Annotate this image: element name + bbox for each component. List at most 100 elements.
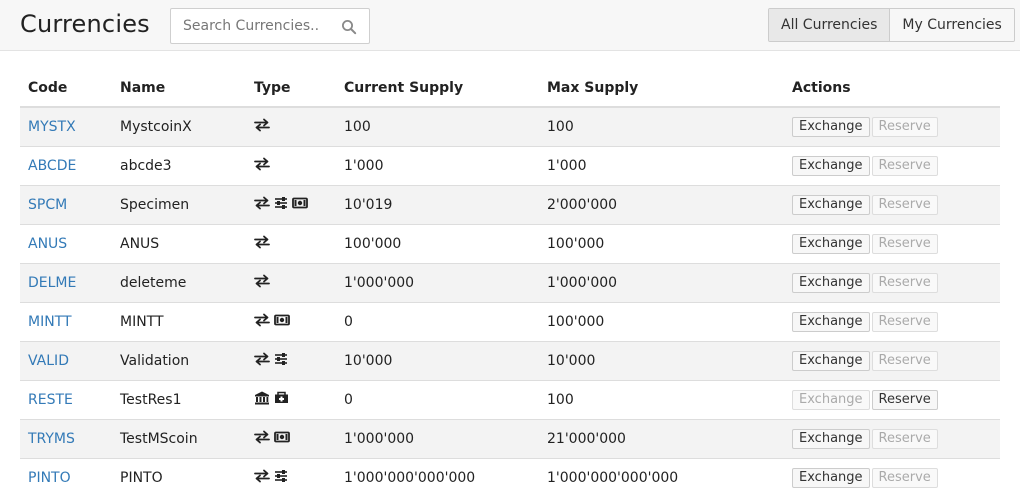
reserve-button: Reserve bbox=[871, 233, 938, 254]
cell-max-supply: 2'000'000 bbox=[539, 184, 784, 224]
currency-code-link[interactable]: ABCDE bbox=[28, 158, 76, 174]
cell-actions: Exchange Reserve bbox=[784, 340, 1000, 380]
reserve-button: Reserve bbox=[871, 428, 938, 449]
cell-code: SPCM bbox=[20, 184, 112, 224]
exchange-button[interactable]: Exchange bbox=[792, 116, 870, 137]
exchange-button[interactable]: Exchange bbox=[792, 467, 870, 488]
cell-code: ANUS bbox=[20, 223, 112, 263]
exchange-button[interactable]: Exchange bbox=[792, 272, 870, 293]
cell-current-supply: 1'000'000 bbox=[336, 262, 539, 302]
table-row: PINTO PINTO 1'000'000'000'000 1'000'000'000… bbox=[20, 457, 1000, 497]
cell-max-supply: 10'000 bbox=[539, 340, 784, 380]
cell-current-supply: 10'000 bbox=[336, 340, 539, 380]
currency-code-link[interactable]: VALID bbox=[28, 353, 69, 369]
cell-type bbox=[246, 107, 336, 146]
all-currencies-button[interactable]: All Currencies bbox=[769, 9, 890, 41]
cell-max-supply: 1'000 bbox=[539, 145, 784, 185]
sliders-icon bbox=[274, 469, 288, 483]
reserve-button: Reserve bbox=[871, 155, 938, 176]
sliders-icon bbox=[274, 352, 288, 366]
column-header-name: Name bbox=[112, 69, 246, 108]
cell-current-supply: 100'000 bbox=[336, 223, 539, 263]
exchange-button[interactable]: Exchange bbox=[792, 311, 870, 332]
exchange-button[interactable]: Exchange bbox=[792, 155, 870, 176]
search-box[interactable] bbox=[170, 8, 370, 44]
column-header-current-supply: Current Supply bbox=[336, 69, 539, 108]
my-currencies-button[interactable]: My Currencies bbox=[889, 9, 1014, 41]
reserve-button: Reserve bbox=[871, 116, 938, 137]
cell-actions: Exchange Reserve bbox=[784, 301, 1000, 341]
exchange-icon bbox=[254, 235, 270, 249]
cell-current-supply: 1'000'000'000'000 bbox=[336, 457, 539, 497]
sliders-icon bbox=[274, 196, 288, 210]
cell-actions: Exchange Reserve bbox=[784, 223, 1000, 263]
exchange-icon bbox=[254, 118, 270, 132]
currency-code-link[interactable]: RESTE bbox=[28, 392, 73, 408]
reserve-button[interactable]: Reserve bbox=[871, 389, 938, 410]
cell-code: VALID bbox=[20, 340, 112, 380]
exchange-button[interactable]: Exchange bbox=[792, 428, 870, 449]
cell-current-supply: 1'000 bbox=[336, 145, 539, 185]
exchange-button[interactable]: Exchange bbox=[792, 350, 870, 371]
cell-type bbox=[246, 262, 336, 302]
table-row: ANUS ANUS 100'000 100'000 Exchange Reserve bbox=[20, 223, 1000, 263]
table-row: MYSTX MystcoinX 100 100 Exchange Reserve bbox=[20, 107, 1000, 146]
reserve-button: Reserve bbox=[871, 350, 938, 371]
cell-type bbox=[246, 379, 336, 419]
column-header-max-supply: Max Supply bbox=[539, 69, 784, 108]
cell-type bbox=[246, 301, 336, 341]
reserve-button: Reserve bbox=[871, 311, 938, 332]
exchange-icon bbox=[254, 274, 270, 288]
type-icons bbox=[254, 196, 308, 210]
cell-current-supply: 0 bbox=[336, 301, 539, 341]
cell-name: MystcoinX bbox=[112, 107, 246, 146]
cell-type bbox=[246, 418, 336, 458]
currency-code-link[interactable]: MINTT bbox=[28, 314, 72, 330]
currency-code-link[interactable]: SPCM bbox=[28, 197, 67, 213]
type-icons bbox=[254, 157, 270, 171]
search-input[interactable] bbox=[171, 9, 341, 43]
exchange-button[interactable]: Exchange bbox=[792, 233, 870, 254]
currency-code-link[interactable]: DELME bbox=[28, 275, 76, 291]
reserve-button: Reserve bbox=[871, 194, 938, 215]
money-icon bbox=[274, 431, 290, 443]
exchange-icon bbox=[254, 430, 270, 444]
type-icons bbox=[254, 469, 288, 483]
cell-code: RESTE bbox=[20, 379, 112, 419]
column-header-actions: Actions bbox=[784, 69, 1000, 108]
cell-actions: Exchange Reserve bbox=[784, 457, 1000, 497]
currency-code-link[interactable]: ANUS bbox=[28, 236, 67, 252]
reserve-button: Reserve bbox=[871, 467, 938, 488]
type-icons bbox=[254, 430, 290, 444]
cell-current-supply: 1'000'000 bbox=[336, 418, 539, 458]
cell-max-supply: 21'000'000 bbox=[539, 418, 784, 458]
reserve-button: Reserve bbox=[871, 272, 938, 293]
exchange-button[interactable]: Exchange bbox=[792, 194, 870, 215]
cell-code: ABCDE bbox=[20, 145, 112, 185]
cell-name: MINTT bbox=[112, 301, 246, 341]
cell-name: ANUS bbox=[112, 223, 246, 263]
currency-code-link[interactable]: PINTO bbox=[28, 470, 71, 486]
cell-current-supply: 100 bbox=[336, 107, 539, 146]
cell-max-supply: 100'000 bbox=[539, 223, 784, 263]
cell-actions: Exchange Reserve bbox=[784, 107, 1000, 146]
currency-code-link[interactable]: MYSTX bbox=[28, 119, 76, 135]
currency-code-link[interactable]: TRYMS bbox=[28, 431, 75, 447]
exchange-icon bbox=[254, 469, 270, 483]
cell-name: Validation bbox=[112, 340, 246, 380]
currencies-table: Code Name Type Current Supply Max Supply… bbox=[20, 69, 1000, 497]
cell-actions: Exchange Reserve bbox=[784, 418, 1000, 458]
cell-max-supply: 100 bbox=[539, 107, 784, 146]
type-icons bbox=[254, 313, 290, 327]
cell-code: TRYMS bbox=[20, 418, 112, 458]
cell-code: MYSTX bbox=[20, 107, 112, 146]
table-row: RESTE TestRes1 0 100 Exchange Reserve bbox=[20, 379, 1000, 419]
header-bar: Currencies All Currencies My Currencies bbox=[0, 0, 1020, 51]
type-icons bbox=[254, 118, 270, 132]
money-icon bbox=[292, 197, 308, 209]
search-icon[interactable] bbox=[341, 19, 357, 35]
cell-max-supply: 100 bbox=[539, 379, 784, 419]
table-row: VALID Validation 10'000 10'000 Exchange Reser… bbox=[20, 340, 1000, 380]
bank-icon bbox=[254, 391, 270, 405]
reserve-icon bbox=[274, 391, 289, 404]
